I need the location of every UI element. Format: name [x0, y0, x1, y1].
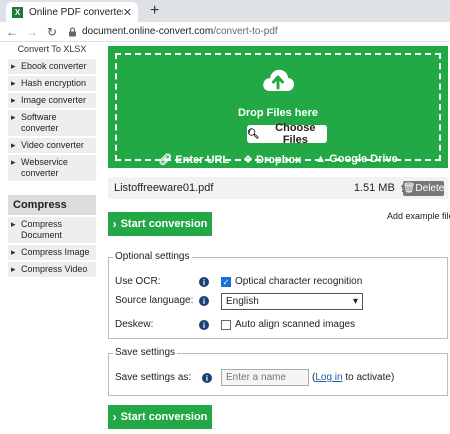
enter-url-link[interactable]: 🔗︎ Enter URL [158, 153, 229, 166]
start-conversion-label: Start conversion [120, 218, 208, 230]
file-name: Listoffreeware01.pdf [114, 182, 214, 194]
link-icon: 🔗︎ [158, 154, 173, 166]
sidebar-item-compress-document[interactable]: Compress Document [8, 217, 96, 245]
save-settings-label: Save settings as: [115, 372, 192, 383]
login-link[interactable]: Log in [315, 372, 342, 383]
sidebar-item-compress-video[interactable]: Compress Video [8, 262, 96, 279]
dropbox-icon: ❖ [243, 154, 253, 166]
url-path: /convert-to-pdf [213, 26, 278, 37]
cloud-upload-icon [263, 69, 294, 91]
choose-files-button[interactable]: 🔍︎ Choose Files [247, 122, 327, 146]
google-drive-label: Google Drive [329, 153, 398, 165]
reload-icon[interactable]: ↻ [44, 25, 60, 39]
address-bar: ← → ↻ document.online-convert.com/conver… [0, 22, 450, 42]
source-language-select[interactable]: English ▾ [221, 293, 363, 310]
tab-title: Online PDF converter [29, 6, 123, 18]
browser-tab-bar: X Online PDF converter ✕ + [0, 0, 450, 22]
source-language-value: English [226, 296, 259, 307]
new-tab-icon[interactable]: + [150, 2, 159, 20]
sidebar-item-compress-image[interactable]: Compress Image [8, 245, 96, 262]
deskew-checkbox[interactable] [221, 320, 231, 330]
lock-icon[interactable] [68, 26, 77, 37]
close-tab-icon[interactable]: ✕ [123, 6, 132, 19]
drop-files-text: Drop Files here [237, 107, 319, 119]
forward-arrow-icon[interactable]: → [24, 25, 40, 39]
sidebar-item-software-converter[interactable]: Software converter [8, 110, 96, 138]
optional-settings-legend: Optional settings [113, 251, 192, 262]
sidebar-heading[interactable]: Convert To XLSX [8, 42, 96, 59]
sidebar-item-video-converter[interactable]: Video converter [8, 138, 96, 155]
sidebar-item-image-converter[interactable]: Image converter [8, 93, 96, 110]
optional-settings-fieldset: Optional settings Use OCR: i ✓ Optical c… [108, 251, 448, 339]
chevron-right-icon: › [112, 217, 117, 231]
ocr-option-label[interactable]: Optical character recognition [235, 276, 362, 287]
start-conversion-button-top[interactable]: › Start conversion [108, 212, 212, 236]
enter-url-label: Enter URL [175, 154, 230, 166]
login-hint: (Log in to activate) [312, 372, 394, 383]
start-conversion-button-bottom[interactable]: › Start conversion [108, 405, 212, 429]
info-icon[interactable]: i [199, 277, 209, 287]
dropbox-link[interactable]: ❖ Dropbox [243, 153, 301, 166]
excel-favicon-icon: X [12, 6, 23, 18]
save-settings-fieldset: Save settings Save settings as: i (Log i… [108, 347, 448, 396]
chevron-down-icon: ▾ [352, 296, 358, 307]
dropbox-label: Dropbox [256, 154, 302, 166]
ocr-label: Use OCR: [115, 276, 161, 287]
converter-list: Ebook converter Hash encryption Image co… [8, 59, 96, 183]
compress-list: Compress Document Compress Image Compres… [8, 217, 96, 279]
info-icon[interactable]: i [199, 296, 209, 306]
deskew-option-label[interactable]: Auto align scanned images [235, 319, 355, 330]
delete-file-button[interactable]: 🗑︎ Delete [403, 181, 444, 196]
google-drive-icon: ▲ [315, 153, 327, 165]
sidebar-item-webservice-converter[interactable]: Webservice converter [8, 155, 96, 183]
back-arrow-icon[interactable]: ← [4, 25, 20, 39]
settings-name-input[interactable] [221, 369, 309, 386]
drop-zone-border: Drop Files here 🔍︎ Choose Files 🔗︎ Enter … [115, 53, 441, 166]
delete-label: Delete [415, 183, 445, 194]
chevron-right-icon: › [112, 410, 117, 424]
browser-tab[interactable]: X Online PDF converter ✕ [6, 2, 138, 22]
start-conversion-label: Start conversion [120, 411, 208, 423]
trash-icon: 🗑︎ [402, 183, 416, 194]
save-settings-legend: Save settings [113, 347, 178, 358]
search-icon: 🔍︎ [247, 128, 260, 140]
ocr-checkbox[interactable]: ✓ [221, 277, 231, 287]
sidebar: Convert To XLSX Ebook converter Hash enc… [8, 42, 96, 279]
add-example-file-link[interactable]: Add example file [387, 211, 450, 221]
upload-source-links: 🔗︎ Enter URL ❖ Dropbox ▲ Google Drive [117, 153, 439, 166]
google-drive-link[interactable]: ▲ Google Drive [315, 153, 397, 166]
choose-files-label: Choose Files [275, 122, 316, 146]
login-hint-rest: to activate) [342, 372, 395, 383]
sidebar-item-ebook-converter[interactable]: Ebook converter [8, 59, 96, 76]
url-domain: document.online-convert.com [82, 26, 214, 37]
deskew-label: Deskew: [115, 319, 154, 330]
uploaded-file-row: Listoffreeware01.pdf 1.51 MB ⇪ 🗑︎Delete [108, 177, 448, 199]
info-icon[interactable]: i [202, 373, 212, 383]
url-text[interactable]: document.online-convert.com/convert-to-p… [82, 26, 278, 37]
sidebar-item-hash-encryption[interactable]: Hash encryption [8, 76, 96, 93]
file-size: 1.51 MB [353, 182, 395, 194]
source-language-label: Source language: [115, 295, 194, 306]
sidebar-section-compress[interactable]: Compress [8, 195, 96, 217]
file-drop-zone[interactable]: Drop Files here 🔍︎ Choose Files 🔗︎ Enter … [108, 46, 448, 168]
info-icon[interactable]: i [199, 320, 209, 330]
